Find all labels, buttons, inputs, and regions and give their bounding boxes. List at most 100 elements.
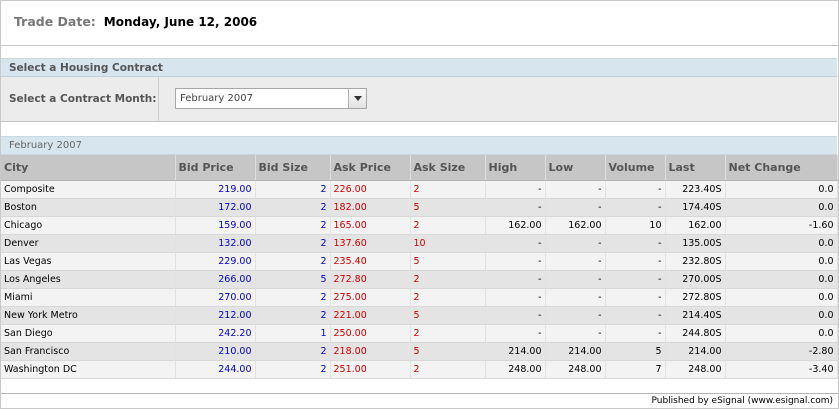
ask-price-cell: 221.00 xyxy=(330,306,411,325)
ask-price-cell: 137.60 xyxy=(330,234,411,253)
ask-size-cell: 5 xyxy=(410,306,486,325)
high-cell: - xyxy=(485,252,546,271)
city-cell: Washington DC xyxy=(1,360,176,379)
high-cell: - xyxy=(485,324,546,343)
ask-price-cell: 250.00 xyxy=(330,324,411,343)
bid-size-cell: 1 xyxy=(255,324,331,343)
quotes-panel: February 2007 City Bid Price Bid Size Ask P… xyxy=(1,136,838,382)
dropdown-button[interactable] xyxy=(348,89,366,108)
ask-size-cell: 2 xyxy=(410,270,486,289)
city-cell: Los Angeles xyxy=(1,270,176,289)
volume-cell: - xyxy=(605,306,666,325)
column-header: Net Change xyxy=(725,155,838,181)
ask-price-cell: 235.40 xyxy=(330,252,411,271)
ask-size-cell: 2 xyxy=(410,324,486,343)
volume-cell: - xyxy=(605,234,666,253)
city-cell: San Francisco xyxy=(1,342,176,361)
city-cell: Boston xyxy=(1,198,176,217)
ask-size-cell: 2 xyxy=(410,360,486,379)
ask-size-cell: 10 xyxy=(410,234,486,253)
bid-size-cell: 2 xyxy=(255,234,331,253)
net-change-cell: 0.0 xyxy=(725,324,838,343)
bid-price-cell: 212.00 xyxy=(175,306,256,325)
volume-cell: 5 xyxy=(605,342,666,361)
last-cell: 135.00S xyxy=(665,234,726,253)
bid-price-cell: 244.00 xyxy=(175,360,256,379)
bid-size-cell: 5 xyxy=(255,270,331,289)
city-cell: New York Metro xyxy=(1,306,176,325)
high-cell: - xyxy=(485,270,546,289)
quotes-panel-title: February 2007 xyxy=(1,137,837,155)
low-cell: 162.00 xyxy=(545,216,606,235)
high-cell: - xyxy=(485,306,546,325)
low-cell: - xyxy=(545,306,606,325)
net-change-cell: -1.60 xyxy=(725,216,838,235)
net-change-cell: -3.40 xyxy=(725,360,838,379)
city-cell: Las Vegas xyxy=(1,252,176,271)
net-change-cell: 0.0 xyxy=(725,198,838,217)
net-change-cell: -2.80 xyxy=(725,342,838,361)
low-cell: - xyxy=(545,270,606,289)
ask-price-cell: 218.00 xyxy=(330,342,411,361)
column-header: High xyxy=(485,155,546,181)
bid-size-cell: 2 xyxy=(255,360,331,379)
table-header-row: City Bid Price Bid Size Ask Price Ask Size Hi… xyxy=(1,155,838,181)
city-cell: Chicago xyxy=(1,216,176,235)
low-cell: - xyxy=(545,324,606,343)
high-cell: - xyxy=(485,180,546,199)
ask-price-cell: 182.00 xyxy=(330,198,411,217)
bid-size-cell: 2 xyxy=(255,252,331,271)
last-cell: 214.00 xyxy=(665,342,726,361)
table-row: Washington DC 244.00 2 251.00 2 248.00 248.00 7… xyxy=(1,360,838,379)
ask-price-cell: 226.00 xyxy=(330,180,411,199)
low-cell: - xyxy=(545,234,606,253)
ask-price-cell: 272.80 xyxy=(330,270,411,289)
high-cell: 214.00 xyxy=(485,342,546,361)
column-header: Volume xyxy=(605,155,666,181)
bid-price-cell: 266.00 xyxy=(175,270,256,289)
table-row: New York Metro 212.00 2 221.00 5- - -214.40S 0.… xyxy=(1,306,838,325)
low-cell: - xyxy=(545,180,606,199)
volume-cell: - xyxy=(605,288,666,307)
trade-date-value: Monday, June 12, 2006 xyxy=(103,15,258,29)
net-change-cell: 0.0 xyxy=(725,306,838,325)
ask-size-cell: 2 xyxy=(410,216,486,235)
table-row: Denver 132.00 2 137.60 10- - -135.00S 0.0 xyxy=(1,234,838,253)
net-change-cell: 0.0 xyxy=(725,180,838,199)
high-cell: - xyxy=(485,198,546,217)
bid-price-cell: 270.00 xyxy=(175,288,256,307)
low-cell: 214.00 xyxy=(545,342,606,361)
table-row: San Diego 242.20 1 250.00 2- - -244.80S 0.0 xyxy=(1,324,838,343)
bid-price-cell: 132.00 xyxy=(175,234,256,253)
contract-selector-panel: Select a Housing Contract Select a Contr… xyxy=(1,58,837,122)
bid-size-cell: 2 xyxy=(255,288,331,307)
column-header: Low xyxy=(545,155,606,181)
contract-month-label: Select a Contract Month: xyxy=(9,93,157,105)
last-cell: 272.80S xyxy=(665,288,726,307)
contract-month-dropdown[interactable]: February 2007 xyxy=(175,88,367,109)
bid-size-cell: 2 xyxy=(255,198,331,217)
table-row: Chicago 159.00 2 165.00 2 162.00 162.00 10 162.0… xyxy=(1,216,838,235)
volume-cell: 10 xyxy=(605,216,666,235)
ask-size-cell: 2 xyxy=(410,180,486,199)
high-cell: 248.00 xyxy=(485,360,546,379)
bid-price-cell: 242.20 xyxy=(175,324,256,343)
trade-date-label: Trade Date: xyxy=(14,14,96,29)
volume-cell: - xyxy=(605,252,666,271)
bid-price-cell: 210.00 xyxy=(175,342,256,361)
high-cell: - xyxy=(485,288,546,307)
high-cell: - xyxy=(485,234,546,253)
ask-size-cell: 5 xyxy=(410,342,486,361)
header-divider xyxy=(1,45,838,46)
city-cell: Composite xyxy=(1,180,176,199)
last-cell: 174.40S xyxy=(665,198,726,217)
last-cell: 270.00S xyxy=(665,270,726,289)
trade-date: Trade Date: Monday, June 12, 2006 xyxy=(14,14,257,29)
column-header: Ask Size xyxy=(410,155,486,181)
volume-cell: - xyxy=(605,270,666,289)
low-cell: - xyxy=(545,252,606,271)
net-change-cell: 0.0 xyxy=(725,252,838,271)
table-body: Composite 219.00 2 226.00 2- - -223.40S 0.0 Bost… xyxy=(1,180,838,379)
column-header: City xyxy=(1,155,176,181)
ask-price-cell: 251.00 xyxy=(330,360,411,379)
